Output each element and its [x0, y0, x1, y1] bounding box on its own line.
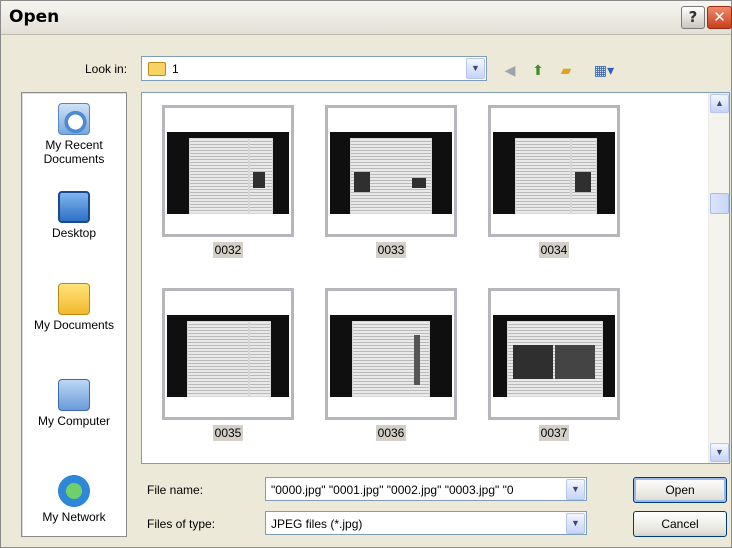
thumbnail-frame	[162, 105, 294, 237]
places-bar: My Recent Documents Desktop My Documents…	[21, 92, 127, 537]
place-label: My Network	[42, 510, 106, 524]
help-button[interactable]: ?	[681, 6, 705, 29]
views-menu-icon[interactable]: ▦▾	[589, 61, 619, 79]
file-thumbnail[interactable]: 0035	[162, 288, 294, 441]
scroll-thumb[interactable]	[710, 193, 729, 214]
file-type-label: Files of type:	[147, 517, 216, 531]
file-thumbnail[interactable]: 0033	[325, 105, 457, 258]
file-name-label: File name:	[147, 483, 204, 497]
thumbnail-frame	[162, 288, 294, 420]
file-thumbnail[interactable]: 0037	[488, 288, 620, 441]
title-bar[interactable]: Open ? ✕	[1, 1, 732, 35]
file-name-combo[interactable]: "0000.jpg" "0001.jpg" "0002.jpg" "0003.j…	[265, 477, 587, 501]
file-thumbnail[interactable]: 0034	[488, 105, 620, 258]
file-type-value: JPEG files (*.jpg)	[271, 517, 363, 531]
thumbnail-image	[167, 132, 289, 214]
chevron-down-icon[interactable]: ▼	[566, 513, 585, 534]
file-name-caption: 0032	[212, 242, 244, 258]
thumbnail-image	[493, 132, 615, 214]
dialog-title: Open	[9, 7, 60, 27]
place-label: My Documents	[33, 318, 115, 332]
scroll-down-icon[interactable]: ▼	[710, 443, 729, 462]
place-label: My Recent	[45, 138, 103, 152]
file-name-caption: 0035	[212, 425, 244, 441]
thumbnail-image	[330, 315, 452, 397]
thumbnail-frame	[325, 105, 457, 237]
file-name-caption: 0037	[538, 425, 570, 441]
look-in-value: 1	[172, 62, 179, 76]
my-computer-icon	[58, 379, 90, 411]
file-name-input[interactable]: "0000.jpg" "0001.jpg" "0002.jpg" "0003.j…	[271, 483, 567, 497]
file-thumbnail[interactable]: 0032	[162, 105, 294, 258]
file-name-caption: 0034	[538, 242, 570, 258]
back-icon[interactable]: ◀	[501, 61, 519, 79]
thumbnail-frame	[325, 288, 457, 420]
look-in-label: Look in:	[85, 62, 128, 76]
folder-icon	[148, 62, 166, 76]
my-documents-icon	[58, 283, 90, 315]
my-network-icon	[58, 475, 90, 507]
place-label: Documents	[43, 152, 105, 166]
thumbnail-image	[167, 315, 289, 397]
file-type-select[interactable]: JPEG files (*.jpg) ▼	[265, 511, 587, 535]
open-dialog: Open ? ✕ Look in: 1 ▼ ◀ ⬆ ▰ ▦▾ My Recent…	[0, 0, 732, 548]
thumbnail-image	[330, 132, 452, 214]
place-my-network[interactable]: My Network	[22, 475, 126, 524]
chevron-down-icon[interactable]: ▼	[466, 58, 485, 79]
desktop-icon	[58, 191, 90, 223]
open-button[interactable]: Open	[633, 477, 727, 503]
place-recent-documents[interactable]: My Recent Documents	[22, 103, 126, 166]
look-in-dropdown[interactable]: 1 ▼	[141, 56, 487, 81]
place-my-computer[interactable]: My Computer	[22, 379, 126, 428]
place-label: Desktop	[51, 226, 97, 240]
place-desktop[interactable]: Desktop	[22, 191, 126, 240]
new-folder-icon[interactable]: ▰	[557, 61, 575, 79]
thumbnail-image	[493, 315, 615, 397]
cancel-button[interactable]: Cancel	[633, 511, 727, 537]
file-thumbnail[interactable]: 0036	[325, 288, 457, 441]
up-folder-icon[interactable]: ⬆	[529, 61, 547, 79]
scroll-up-icon[interactable]: ▲	[710, 94, 729, 113]
chevron-down-icon[interactable]: ▼	[566, 479, 585, 500]
thumbnail-frame	[488, 288, 620, 420]
recent-documents-icon	[58, 103, 90, 135]
file-list-view[interactable]: 0032 0033 0034 0035 0036 0037 ▲ ▼	[141, 92, 730, 464]
place-label: My Computer	[37, 414, 111, 428]
thumbnail-frame	[488, 105, 620, 237]
place-my-documents[interactable]: My Documents	[22, 283, 126, 332]
close-button[interactable]: ✕	[707, 6, 732, 29]
vertical-scrollbar[interactable]: ▲ ▼	[708, 93, 729, 463]
file-name-caption: 0036	[375, 425, 407, 441]
file-name-caption: 0033	[375, 242, 407, 258]
